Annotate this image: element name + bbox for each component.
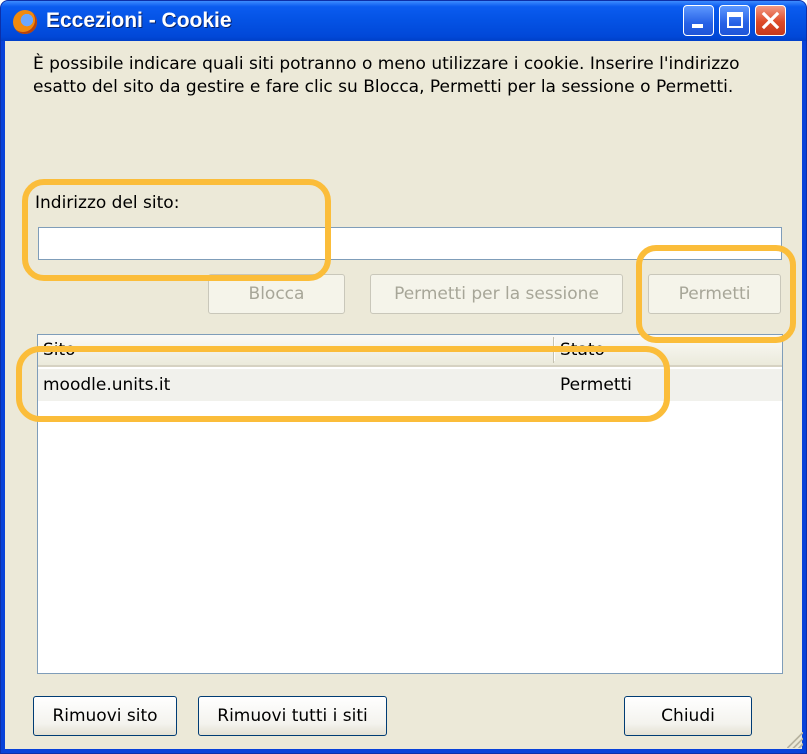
block-button[interactable]: Blocca: [208, 274, 345, 314]
site-address-input[interactable]: [38, 227, 782, 260]
remove-all-sites-button-label: Rimuovi tutti i siti: [217, 706, 368, 726]
remove-all-sites-button[interactable]: Rimuovi tutti i siti: [198, 696, 387, 736]
allow-button[interactable]: Permetti: [648, 274, 781, 314]
row-site: moodle.units.it: [43, 375, 171, 395]
maximize-icon: [727, 12, 743, 28]
firefox-icon: [13, 10, 37, 34]
window-title: Eccezioni - Cookie: [46, 9, 232, 32]
maximize-button[interactable]: [719, 5, 750, 36]
allow-session-button-label: Permetti per la sessione: [394, 284, 599, 304]
close-icon: [761, 11, 780, 30]
site-address-label: Indirizzo del sito:: [35, 193, 180, 213]
remove-site-button[interactable]: Rimuovi sito: [33, 696, 177, 736]
block-button-label: Blocca: [248, 284, 305, 304]
close-window-button[interactable]: [755, 5, 786, 36]
close-button-label: Chiudi: [661, 706, 715, 726]
table-row[interactable]: moodle.units.it Permetti: [38, 369, 782, 401]
column-header-site[interactable]: Sito: [38, 337, 554, 363]
resize-grip-icon[interactable]: [787, 732, 803, 748]
allow-button-label: Permetti: [678, 284, 751, 304]
title-bar[interactable]: Eccezioni - Cookie: [1, 1, 806, 41]
description-text: È possibile indicare quali siti potranno…: [33, 54, 740, 97]
remove-site-button-label: Rimuovi sito: [52, 706, 158, 726]
exceptions-list[interactable]: Sito Stato moodle.units.it Permetti: [37, 334, 783, 674]
close-button[interactable]: Chiudi: [624, 696, 752, 736]
allow-session-button[interactable]: Permetti per la sessione: [370, 274, 623, 314]
minimize-button[interactable]: [683, 5, 714, 36]
list-header: Sito Stato: [38, 335, 782, 367]
row-status: Permetti: [560, 375, 632, 395]
minimize-icon: [692, 24, 703, 28]
column-header-status[interactable]: Stato: [555, 337, 780, 363]
